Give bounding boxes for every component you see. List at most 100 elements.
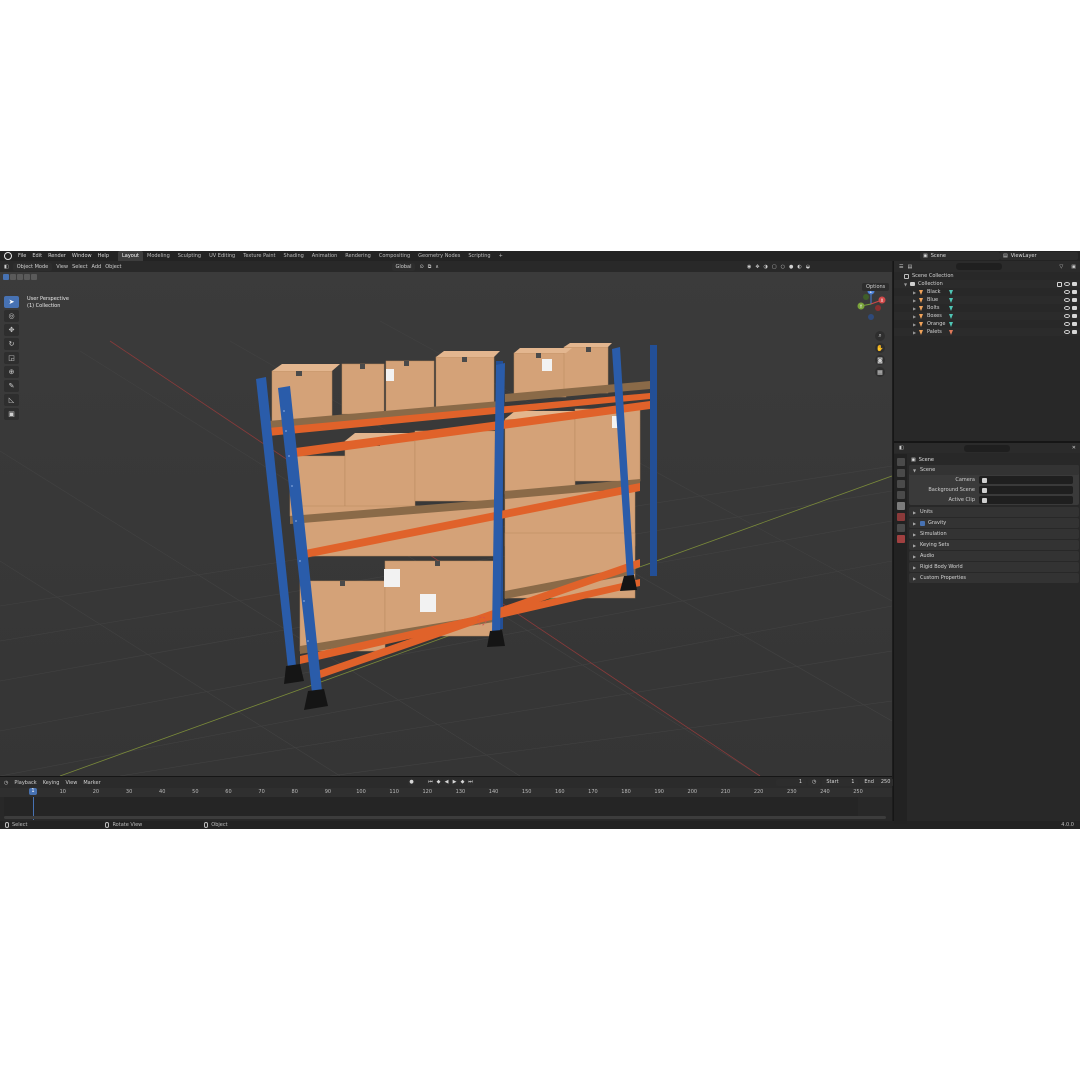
audio-panel[interactable]: ▶ Audio [909,551,1079,561]
zoom-icon[interactable]: ⌕ [875,331,885,341]
tab-animation[interactable]: Animation [308,251,342,261]
rigid-body-panel[interactable]: ▶ Rigid Body World [909,562,1079,572]
shading-rendered-icon[interactable]: ◒ [806,264,810,270]
perspective-grid-icon[interactable]: ▦ [875,367,885,377]
tab-scripting[interactable]: Scripting [464,251,494,261]
tab-modeling[interactable]: Modeling [143,251,174,261]
render-camera-icon[interactable] [1072,306,1077,310]
menu-view[interactable]: View [56,264,68,270]
outliner-editor-icon[interactable]: ☰ [899,264,903,270]
menu-object[interactable]: Object [105,264,121,270]
outliner-item-boxes[interactable]: ▶ Boxes [894,312,1080,320]
shading-solid-icon[interactable]: ● [789,264,793,270]
measure-tool-icon[interactable]: ◺ [4,394,19,406]
xray-icon[interactable]: ▢ [772,264,777,270]
scene-selector[interactable]: ▣ Scene [920,252,1000,260]
start-frame-field[interactable]: Start 1 [822,779,859,786]
jump-start-icon[interactable]: ⏮ [427,779,434,786]
render-camera-icon[interactable] [1072,314,1077,318]
world-tab-icon[interactable] [896,513,905,521]
eye-icon[interactable] [1064,330,1070,334]
background-scene-field[interactable] [979,486,1073,494]
menu-window[interactable]: Window [69,251,95,261]
menu-add[interactable]: Add [92,264,102,270]
scene-panel-header[interactable]: ▼ Scene [909,465,1079,475]
outliner-item-bolts[interactable]: ▶ Bolts [894,304,1080,312]
render-camera-icon[interactable] [1072,290,1077,294]
editor-type-icon[interactable]: ◧ [4,264,9,270]
shading-wireframe-icon[interactable]: ○ [781,264,785,270]
rotate-tool-icon[interactable]: ↻ [4,338,19,350]
outliner-search-input[interactable] [956,263,1003,270]
eye-icon[interactable] [1064,306,1070,310]
outliner-item-palets[interactable]: ▶ Palets [894,328,1080,336]
active-clip-field[interactable] [979,496,1073,504]
move-tool-icon[interactable]: ✥ [4,324,19,336]
outliner-item-orange[interactable]: ▶ Orange [894,320,1080,328]
pivot-icon[interactable]: ⊙ [419,264,423,270]
cursor-tool-icon[interactable]: ◎ [4,310,19,322]
add-workspace-button[interactable]: + [495,251,507,261]
camera-view-icon[interactable]: ◙ [875,355,885,365]
eye-icon[interactable] [1064,282,1070,286]
menu-marker[interactable]: Marker [83,780,100,786]
texture-tab-icon[interactable] [896,535,905,543]
select-invert-icon[interactable] [24,273,30,280]
select-tool-icon[interactable]: ➤ [4,296,19,308]
options-dropdown[interactable]: Options [862,283,890,291]
gravity-panel[interactable]: ▶ Gravity [909,518,1079,528]
tab-compositing[interactable]: Compositing [375,251,414,261]
menu-select[interactable]: Select [72,264,87,270]
jump-end-icon[interactable]: ⏭ [467,779,474,786]
tab-texture-paint[interactable]: Texture Paint [239,251,279,261]
mode-dropdown[interactable]: Object Mode [12,262,53,271]
outliner-collection[interactable]: ▼ Collection [894,280,1080,288]
simulation-panel[interactable]: ▶ Simulation [909,529,1079,539]
menu-keying[interactable]: Keying [43,780,60,786]
timeline-track[interactable] [4,797,858,816]
view-layer-tab-icon[interactable] [896,491,905,499]
render-camera-icon[interactable] [1072,298,1077,302]
menu-file[interactable]: File [15,251,29,261]
timeline-ruler[interactable]: 10 20 30 40 50 60 70 80 90 100 110 120 130 140 150 160 1… [0,788,892,797]
eye-icon[interactable] [1064,290,1070,294]
view-layer-selector[interactable]: ▤ ViewLayer [1000,252,1078,260]
tab-layout[interactable]: Layout [118,251,143,261]
tab-uv-editing[interactable]: UV Editing [205,251,239,261]
pin-icon[interactable]: ✕ [1072,445,1076,451]
transform-tool-icon[interactable]: ⊕ [4,366,19,378]
eye-icon[interactable] [1064,298,1070,302]
properties-search-input[interactable] [963,444,1010,452]
select-new-icon[interactable] [3,273,9,280]
custom-properties-panel[interactable]: ▶ Custom Properties [909,573,1079,583]
display-mode-icon[interactable]: ▤ [907,264,912,270]
overlays-icon[interactable]: ◑ [764,264,768,270]
3d-viewport[interactable]: Z X Y ◧ Object Mode View Select Add Obje… [0,261,892,776]
shading-material-icon[interactable]: ◐ [797,264,801,270]
render-camera-icon[interactable] [1072,330,1077,334]
camera-field[interactable] [979,476,1073,484]
render-camera-icon[interactable] [1072,282,1077,286]
scale-tool-icon[interactable]: ◲ [4,352,19,364]
menu-edit[interactable]: Edit [29,251,45,261]
annotate-tool-icon[interactable]: ✎ [4,380,19,392]
scene-render[interactable]: Z X Y [0,261,892,776]
new-collection-icon[interactable]: ▣ [1071,264,1076,270]
tab-shading[interactable]: Shading [279,251,307,261]
timeline-editor[interactable]: ◷ Playback Keying View Marker ● ⏮ ◆ ◀ ▶ … [0,776,895,821]
record-icon[interactable]: ● [408,779,415,786]
tool-tab-icon[interactable] [896,458,905,466]
proportional-edit-icon[interactable]: ∧ [435,264,439,270]
properties-editor-icon[interactable]: ◧ [899,445,904,451]
select-extend-icon[interactable] [10,273,16,280]
outliner-item-black[interactable]: ▶ Black [894,288,1080,296]
select-intersect-icon[interactable] [31,273,37,280]
tab-sculpting[interactable]: Sculpting [174,251,205,261]
current-frame-indicator[interactable]: 1 [29,788,37,795]
prev-keyframe-icon[interactable]: ◆ [435,779,442,786]
outliner-scene-collection[interactable]: Scene Collection [894,272,1080,280]
render-tab-icon[interactable] [896,469,905,477]
timeline-scrollbar[interactable] [4,816,886,819]
play-icon[interactable]: ▶ [451,779,458,786]
gizmo-toggle-icon[interactable]: ✥ [755,264,759,270]
